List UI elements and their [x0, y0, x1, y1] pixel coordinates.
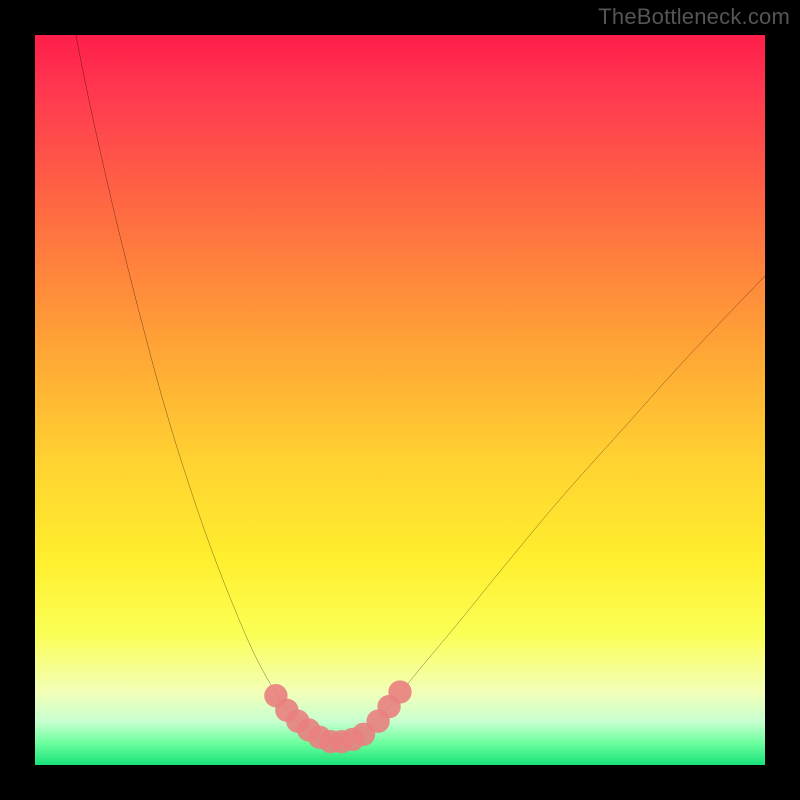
bottleneck-curve	[76, 35, 765, 743]
chart-frame: TheBottleneck.com	[0, 0, 800, 800]
watermark-text: TheBottleneck.com	[598, 4, 790, 30]
highlight-markers	[264, 680, 411, 753]
plot-area	[35, 35, 765, 765]
highlight-dot	[388, 680, 411, 703]
chart-overlay	[35, 35, 765, 765]
